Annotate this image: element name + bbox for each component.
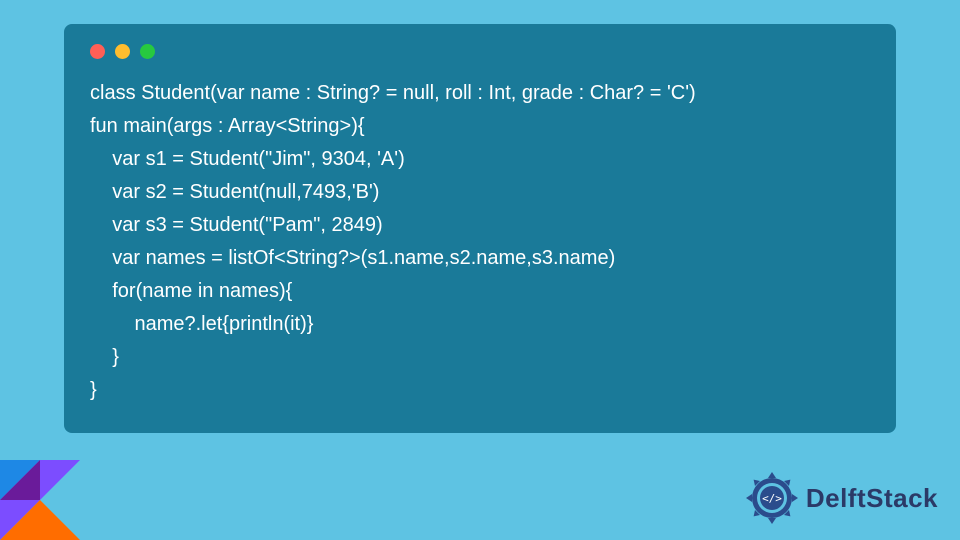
gear-icon: </> (744, 470, 800, 526)
delftstack-logo: </> DelftStack (744, 470, 938, 526)
brand-name: DelftStack (806, 483, 938, 514)
svg-text:</>: </> (762, 492, 782, 505)
minimize-icon (115, 44, 130, 59)
window-controls (90, 44, 870, 59)
kotlin-logo-icon (0, 460, 80, 540)
maximize-icon (140, 44, 155, 59)
close-icon (90, 44, 105, 59)
code-window: class Student(var name : String? = null,… (64, 24, 896, 433)
code-block: class Student(var name : String? = null,… (90, 77, 870, 407)
